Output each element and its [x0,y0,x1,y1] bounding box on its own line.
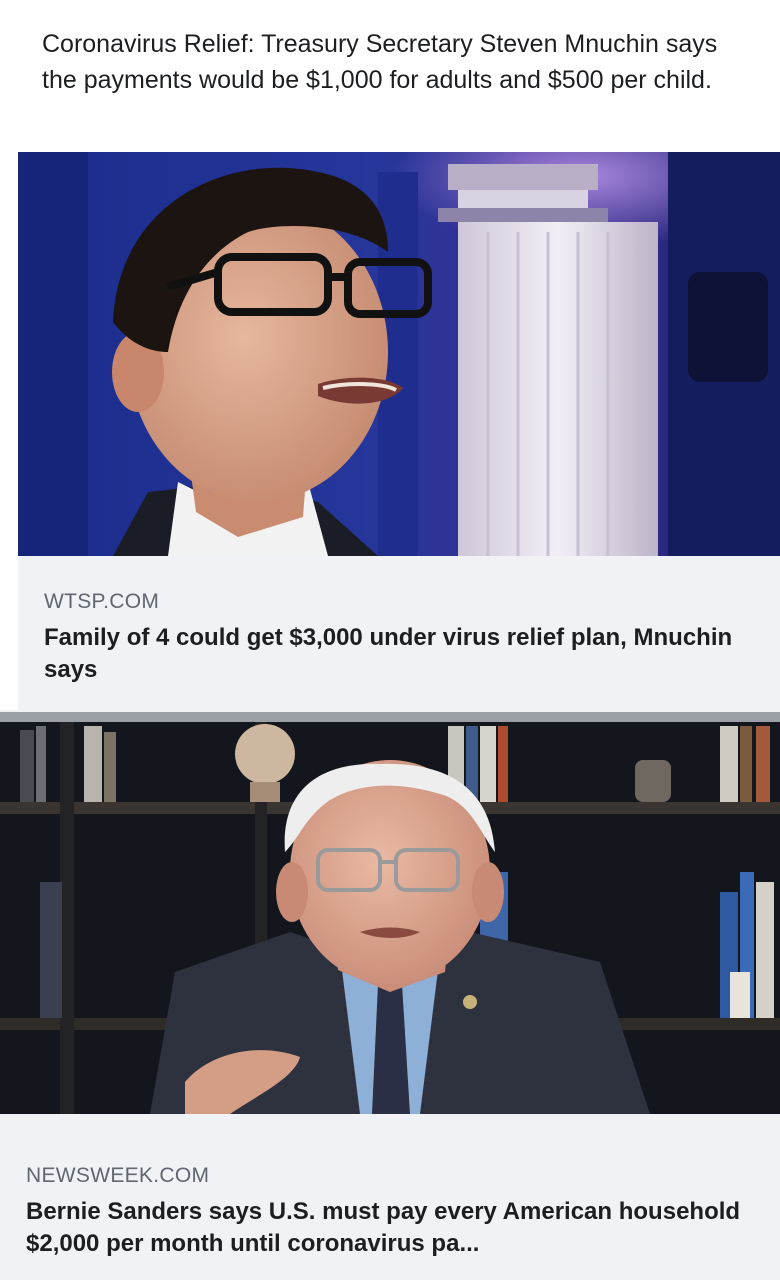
mnuchin-photo-illustration [18,152,780,556]
link-preview-image-sanders[interactable] [0,722,780,1114]
link-preview-footer-sanders[interactable]: NEWSWEEK.COM Bernie Sanders says U.S. mu… [0,1114,780,1280]
link-preview-footer-mnuchin[interactable]: WTSP.COM Family of 4 could get $3,000 un… [18,556,780,710]
post-card-sanders: NEWSWEEK.COM Bernie Sanders says U.S. mu… [0,722,780,1280]
sanders-photo-illustration [0,722,780,1114]
post-divider [0,712,780,722]
link-preview-image-mnuchin[interactable] [18,152,780,556]
post-caption: Coronavirus Relief: Treasury Secretary S… [42,30,718,94]
link-headline[interactable]: Bernie Sanders says U.S. must pay every … [26,1196,766,1260]
screenshot-page: Coronavirus Relief: Treasury Secretary S… [0,0,780,1280]
link-domain: WTSP.COM [44,590,160,613]
link-headline[interactable]: Family of 4 could get $3,000 under virus… [44,622,764,686]
post-card-mnuchin: Coronavirus Relief: Treasury Secretary S… [0,0,780,710]
link-domain: NEWSWEEK.COM [26,1164,210,1187]
